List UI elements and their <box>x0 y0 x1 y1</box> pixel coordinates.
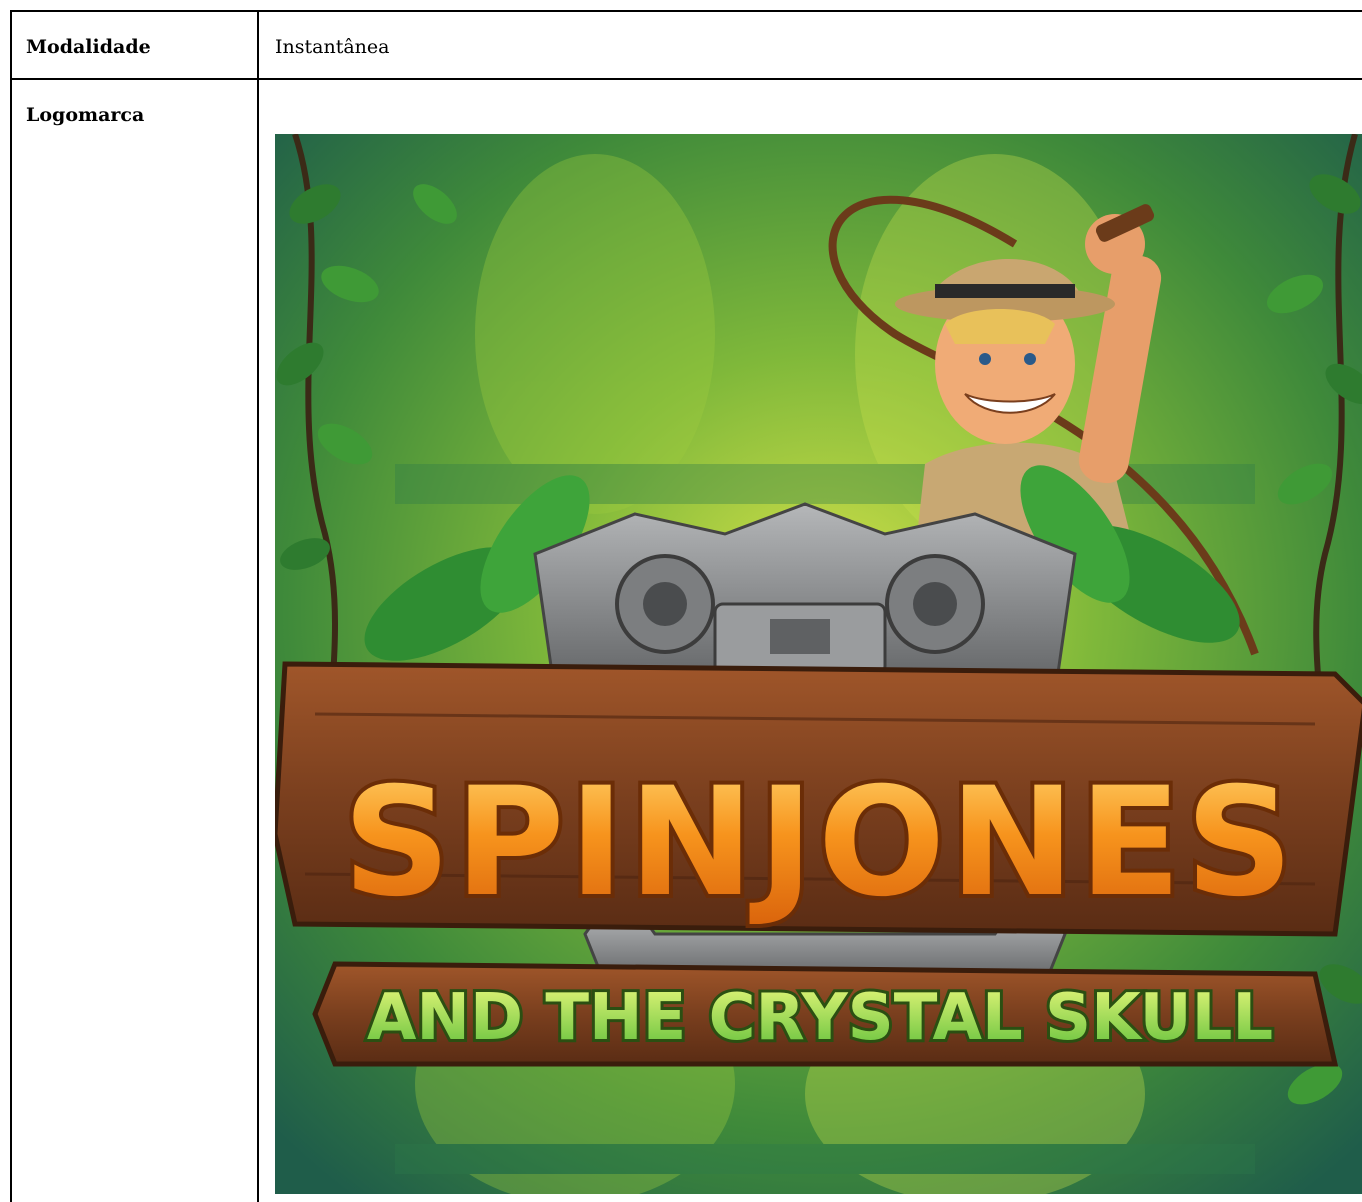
logo-cell: SPINJONES AND THE CRYSTAL SKULL <box>257 78 1362 1202</box>
value-modalidade: Instantânea <box>275 36 390 58</box>
logo-artwork: SPINJONES AND THE CRYSTAL SKULL <box>275 134 1362 1194</box>
game-logo-image: SPINJONES AND THE CRYSTAL SKULL <box>275 134 1362 1194</box>
label-logomarca: Logomarca <box>26 104 145 126</box>
label-cell: Logomarca <box>10 78 259 1202</box>
document-table: Modalidade Instantânea Logomarca SPINJON… <box>10 10 1362 1202</box>
logo-subtitle: AND THE CRYSTAL SKULL <box>367 981 1273 1055</box>
label-modalidade: Modalidade <box>26 36 151 58</box>
table-row-logomarca: Logomarca SPINJONES AND THE CRYSTAL SKUL… <box>10 78 1362 1202</box>
value-cell: Instantânea <box>257 10 1362 80</box>
label-cell: Modalidade <box>10 10 259 80</box>
logo-title: SPINJONES <box>343 756 1298 930</box>
table-row-modalidade: Modalidade Instantânea <box>10 10 1362 80</box>
